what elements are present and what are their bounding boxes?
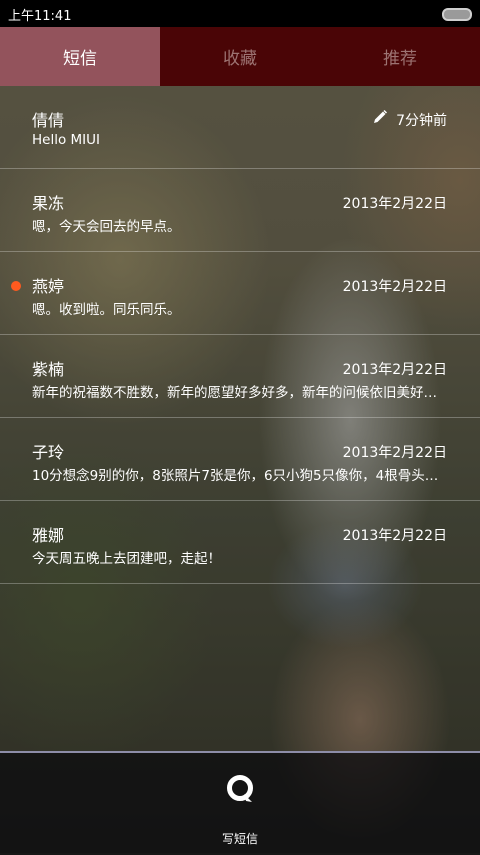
contact-name: 燕婷: [32, 277, 65, 296]
message-preview: 10分想念9别的你，8张照片7张是你，6只小狗5只像你，4根骨头…: [32, 468, 439, 484]
message-preview: 新年的祝福数不胜数，新年的愿望好多好多，新年的问候依旧美好…: [32, 385, 437, 401]
contact-name: 紫楠: [32, 360, 65, 379]
conversation-item[interactable]: 子玲 2013年2月22日 10分想念9别的你，8张照片7张是你，6只小狗5只像…: [0, 418, 480, 501]
message-time: 2013年2月22日: [342, 279, 447, 295]
conversation-item[interactable]: 果冻 2013年2月22日 嗯，今天会回去的早点。: [0, 169, 480, 252]
tab-label: 推荐: [383, 49, 417, 69]
message-preview: Hello MIUI: [32, 132, 101, 148]
conversation-item[interactable]: 燕婷 2013年2月22日 嗯。收到啦。同乐同乐。: [0, 252, 480, 335]
message-preview: 今天周五晚上去团建吧，走起！: [32, 551, 221, 567]
conversation-item[interactable]: 倩倩 7分钟前 Hello MIUI: [0, 86, 480, 169]
message-time: 2013年2月22日: [342, 196, 447, 212]
tab-label: 收藏: [223, 49, 257, 69]
contact-name: 倩倩: [32, 111, 65, 130]
compose-message-icon: [227, 775, 253, 802]
pencil-icon: [374, 109, 388, 123]
message-time: 2013年2月22日: [342, 362, 447, 378]
unread-dot-icon: [11, 281, 21, 291]
status-time: 上午11:41: [8, 9, 72, 24]
message-time: 2013年2月22日: [342, 528, 447, 544]
conversation-item[interactable]: 雅娜 2013年2月22日 今天周五晚上去团建吧，走起！: [0, 501, 480, 584]
contact-name: 子玲: [32, 443, 65, 462]
message-preview: 嗯。收到啦。同乐同乐。: [32, 302, 181, 318]
message-time: 2013年2月22日: [342, 445, 447, 461]
bottom-action-bar: 写短信: [0, 751, 480, 855]
conversation-item[interactable]: 紫楠 2013年2月22日 新年的祝福数不胜数，新年的愿望好多好多，新年的问候依…: [0, 335, 480, 418]
contact-name: 雅娜: [32, 526, 65, 545]
tab-messages[interactable]: 短信: [0, 27, 160, 86]
contact-name: 果冻: [32, 194, 65, 213]
tab-recommended[interactable]: 推荐: [320, 27, 480, 86]
message-preview: 嗯，今天会回去的早点。: [32, 219, 181, 235]
conversation-list: 倩倩 7分钟前 Hello MIUI 果冻 2013年2月22日 嗯，今天会回去…: [0, 86, 480, 584]
compose-label: 写短信: [221, 832, 258, 846]
message-time: 7分钟前: [396, 113, 447, 129]
tab-bar: 短信 收藏 推荐: [0, 27, 480, 86]
battery-icon: [442, 8, 472, 21]
tab-favorites[interactable]: 收藏: [160, 27, 320, 86]
status-bar: 上午11:41: [0, 0, 480, 27]
tab-label: 短信: [63, 49, 97, 69]
